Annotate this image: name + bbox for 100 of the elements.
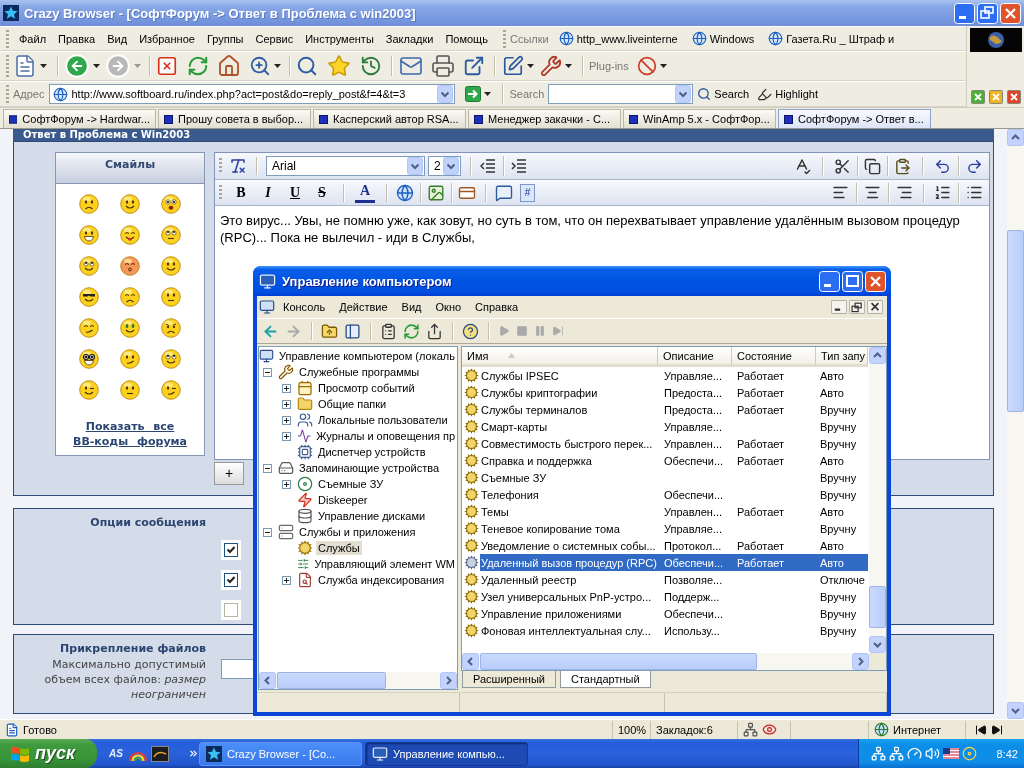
column-header[interactable]: Имя [462,347,658,367]
caret-icon[interactable] [527,64,534,68]
share-icon[interactable] [426,322,443,340]
tab[interactable]: WinAmp 5.x - СофтФор... [623,109,776,128]
edit-icon[interactable] [502,55,524,77]
tab[interactable]: СофтФорум -> Ответ в... [778,109,931,128]
smiley-icon[interactable] [120,224,140,245]
list-row[interactable]: Телефония Обеспечи... Вручну [480,486,868,503]
printer-icon[interactable] [431,54,455,78]
x-icon[interactable] [970,90,985,104]
bb-codes-link[interactable]: Показать все BB-коды форума [72,419,188,449]
window-arrow-icon[interactable] [463,55,485,77]
add-button[interactable]: + [214,461,244,485]
smiley-icon[interactable] [79,224,99,245]
checkbox[interactable] [221,570,241,590]
format-button[interactable]: B [229,182,253,203]
column-header[interactable]: Состояние [732,347,816,367]
menu-item[interactable]: Закладки [379,30,440,47]
highlighter-icon[interactable] [757,86,773,102]
close-icon[interactable] [867,300,883,314]
star-icon[interactable] [3,5,19,21]
numbered-list-icon[interactable] [934,184,951,201]
message-field[interactable]: Это вирус... Увы, не помню уже, как зовут, но суть в том, что он перехватывает управление удалённым вызовом процедур (RPC)... Пока не вылечил - иди в Службы, [220,212,984,246]
list-row[interactable]: Совместимость быстрого перек... Управлен... Работает Вручну [480,435,868,452]
plus-box-icon[interactable] [282,431,291,441]
text-color-button[interactable]: A [355,182,375,203]
search-field[interactable] [548,84,694,104]
font-select[interactable]: Arial [266,156,425,176]
picture-icon[interactable] [427,183,445,202]
tree-item[interactable]: Журналы и оповещения пр [314,429,457,443]
tree-item[interactable]: Запоминающие устройства [297,461,442,475]
list-row[interactable]: Смарт-карты Управляе... Вручну [480,418,868,435]
menu-item[interactable]: Инструменты [299,30,380,47]
smiley-icon[interactable] [120,255,140,276]
caret-icon[interactable] [40,64,47,68]
globe-icon[interactable] [691,31,707,46]
smiley-icon[interactable] [79,286,99,307]
folder-up-icon[interactable] [321,322,338,340]
smiley-icon[interactable] [161,348,181,369]
format-button[interactable]: U [283,182,307,203]
refresh-icon[interactable] [187,55,209,77]
striped-flag-icon[interactable] [943,748,959,759]
tree-item[interactable]: Diskeeper [316,493,370,507]
tree-item[interactable]: Общие папки [316,397,389,411]
smiley-icon[interactable] [161,224,181,245]
smiley-icon[interactable] [79,348,99,369]
format-button[interactable]: I [256,182,280,203]
menu-item[interactable]: Вид [395,299,428,315]
network-icon[interactable] [743,722,758,737]
tab[interactable]: Менеджер закачки - С... [468,109,621,128]
scrollbar-thumb[interactable] [1007,230,1024,412]
search-button[interactable]: Search [693,86,754,102]
restore-icon[interactable] [849,300,865,314]
checkbox[interactable] [221,600,241,620]
smiley-icon[interactable] [79,255,99,276]
copy-icon[interactable] [864,157,881,175]
tree-item[interactable]: Служба индексирования [316,573,447,587]
smiley-icon[interactable] [161,379,181,400]
globe-icon[interactable] [396,183,414,202]
tree-item[interactable]: Просмотр событий [316,381,417,395]
smiley-icon[interactable] [161,255,181,276]
view-tab[interactable]: Расширенный [462,671,556,688]
indent-icon[interactable] [511,158,527,174]
plus-box-icon[interactable] [282,399,291,409]
caret-icon[interactable] [659,64,667,68]
size-select[interactable]: 2 [428,156,461,176]
plus-box-icon[interactable] [282,383,291,393]
chevrons-icon[interactable] [188,748,199,759]
no-entry-icon[interactable] [636,56,657,76]
caret-icon[interactable] [483,92,491,96]
home-icon[interactable] [217,54,241,78]
column-header[interactable]: Описание [658,347,732,367]
plus-box-icon[interactable] [282,415,291,425]
menu-item[interactable]: Сервис [249,30,300,47]
x-icon[interactable] [1006,90,1021,104]
highlight-button[interactable]: Highlight [753,85,823,103]
scrollbar-thumb[interactable] [277,672,386,689]
plus-box-icon[interactable] [282,479,291,489]
eye-icon[interactable] [762,722,777,737]
menu-item[interactable]: Помощь [439,30,494,47]
star-icon[interactable] [206,745,222,762]
list-row[interactable]: Службы криптографии Предоста... Работает Авто [480,384,868,401]
menu-item[interactable]: Правка [52,30,102,47]
monitor-icon[interactable] [372,745,388,762]
tab[interactable]: Касперский автор RSA... [313,109,466,128]
taskbar-button[interactable]: Crazy Browser - [Co... [199,741,362,766]
minus-box-icon[interactable] [263,463,272,473]
tree-item[interactable]: Службы и приложения [297,525,418,539]
file-field[interactable] [221,659,253,679]
plus-box-icon[interactable] [282,575,291,585]
menu-item[interactable]: Избранное [133,30,201,47]
monitor-icon[interactable] [259,299,275,315]
smiley-icon[interactable] [120,193,140,214]
tree-item[interactable]: Диспетчер устройств [316,445,428,459]
menu-item[interactable]: Файл [13,30,53,47]
minus-box-icon[interactable] [263,527,272,537]
address-field[interactable]: http://www.softboard.ru/index.php?act=post&do=reply_post&f=4&t=3 [48,84,455,104]
network-icon[interactable] [871,746,886,761]
code-button[interactable]: # [520,183,535,202]
clear-format-icon[interactable] [229,157,247,175]
